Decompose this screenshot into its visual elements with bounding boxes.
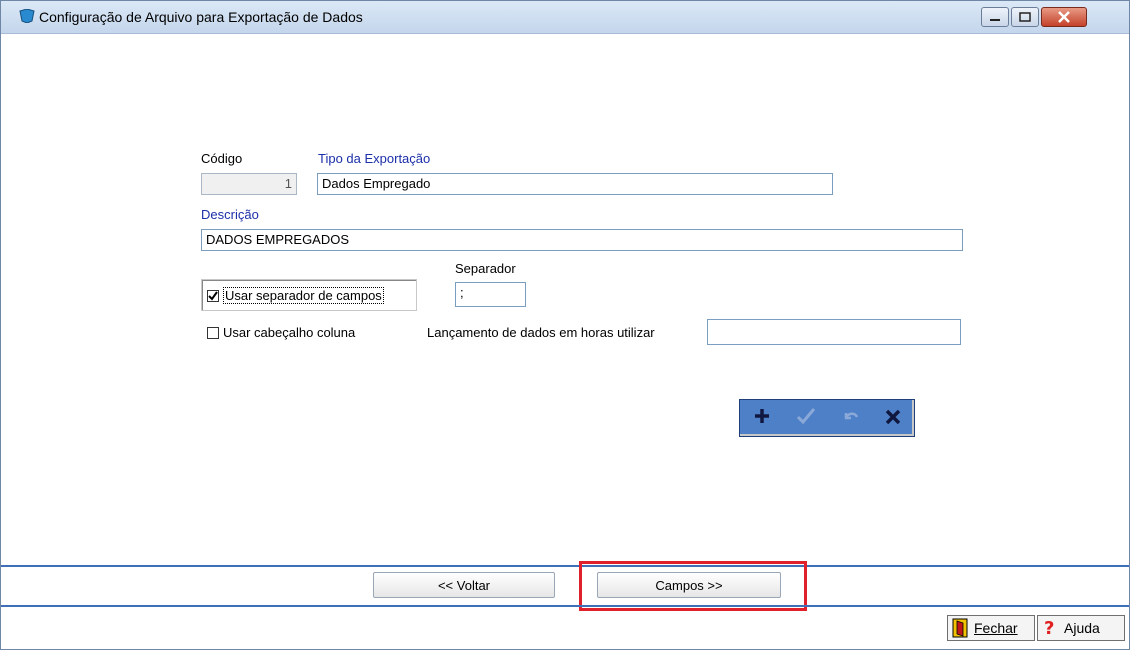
checkbox-checked-icon	[207, 289, 219, 302]
fechar-label: Fechar	[974, 620, 1018, 636]
voltar-label: << Voltar	[437, 578, 491, 593]
maximize-button[interactable]	[1011, 7, 1039, 27]
title-bar: Configuração de Arquivo para Exportação …	[1, 1, 1129, 34]
lancamento-field[interactable]	[707, 319, 961, 345]
descricao-field[interactable]: DADOS EMPREGADOS	[201, 229, 963, 251]
maximize-icon	[1019, 12, 1031, 22]
separador-field[interactable]: ;	[455, 282, 526, 307]
delete-icon[interactable]	[885, 407, 901, 429]
add-icon[interactable]	[753, 407, 771, 429]
separador-label: Separador	[455, 261, 516, 276]
tipo-exportacao-field[interactable]: Dados Empregado	[317, 173, 833, 195]
svg-text:?: ?	[1044, 618, 1054, 638]
undo-icon[interactable]	[842, 407, 860, 429]
ajuda-button[interactable]: ? Ajuda	[1037, 615, 1125, 641]
usar-cabecalho-checkbox[interactable]: Usar cabeçalho coluna	[207, 325, 355, 340]
minimize-icon	[990, 19, 1000, 21]
divider-top	[1, 565, 1129, 567]
codigo-field: 1	[201, 173, 297, 195]
codigo-label: Código	[201, 151, 243, 166]
divider-bottom	[1, 605, 1129, 607]
tipo-exportacao-label: Tipo da Exportação	[318, 151, 431, 166]
usar-separador-label: Usar separador de campos	[223, 287, 384, 304]
voltar-button[interactable]: << Voltar	[373, 572, 555, 598]
door-exit-icon	[952, 618, 968, 638]
close-icon	[1058, 11, 1070, 23]
usar-separador-checkbox[interactable]: Usar separador de campos	[207, 287, 384, 304]
app-icon	[19, 9, 35, 23]
lancamento-label: Lançamento de dados em horas utilizar	[427, 325, 655, 340]
question-icon: ?	[1044, 618, 1054, 638]
checkbox-unchecked-icon	[207, 326, 219, 339]
close-button[interactable]	[1041, 7, 1087, 27]
record-navigator	[739, 399, 915, 437]
usar-cabecalho-label: Usar cabeçalho coluna	[223, 325, 356, 340]
minimize-button[interactable]	[981, 7, 1009, 27]
fechar-button[interactable]: Fechar	[947, 615, 1035, 641]
descricao-label: Descrição	[201, 207, 259, 222]
dialog-window: Configuração de Arquivo para Exportação …	[0, 0, 1130, 650]
confirm-icon[interactable]	[796, 407, 816, 429]
highlight-box	[579, 561, 807, 611]
window-title: Configuração de Arquivo para Exportação …	[39, 9, 363, 25]
ajuda-label: Ajuda	[1064, 620, 1100, 636]
